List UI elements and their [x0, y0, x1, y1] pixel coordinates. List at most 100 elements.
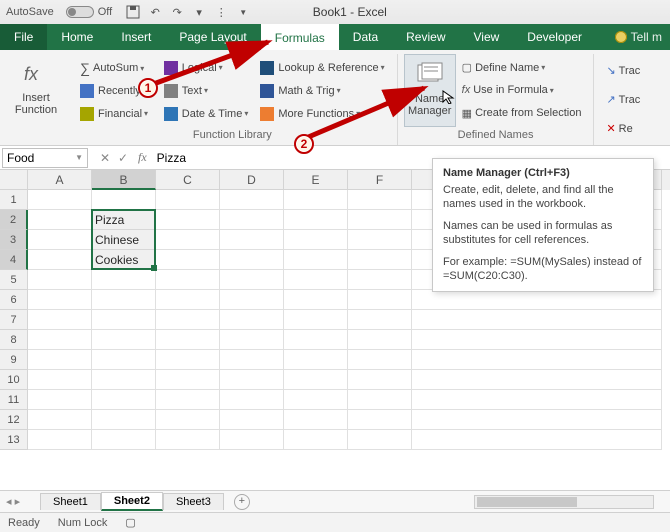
math-button[interactable]: Math & Trig▾	[258, 83, 386, 99]
cell-D8[interactable]	[220, 330, 284, 350]
row-header-12[interactable]: 12	[0, 410, 28, 430]
cell-filler[interactable]	[412, 350, 662, 370]
cell-B4[interactable]: Cookies	[92, 250, 156, 270]
row-header-13[interactable]: 13	[0, 430, 28, 450]
cell-F9[interactable]	[348, 350, 412, 370]
tab-formulas[interactable]: Formulas	[261, 24, 339, 50]
cell-F2[interactable]	[348, 210, 412, 230]
autosum-button[interactable]: ∑AutoSum▾	[78, 59, 154, 77]
row-header-11[interactable]: 11	[0, 390, 28, 410]
row-header-6[interactable]: 6	[0, 290, 28, 310]
cell-C4[interactable]	[156, 250, 220, 270]
chevron-down-icon[interactable]: ▼	[75, 153, 83, 162]
cell-F8[interactable]	[348, 330, 412, 350]
tab-insert[interactable]: Insert	[107, 24, 165, 50]
cell-A2[interactable]	[28, 210, 92, 230]
cell-F5[interactable]	[348, 270, 412, 290]
cell-D6[interactable]	[220, 290, 284, 310]
more-functions-button[interactable]: More Functions▾	[258, 106, 386, 122]
select-all-corner[interactable]	[0, 170, 28, 190]
undo-icon[interactable]: ↶	[147, 4, 163, 20]
enter-formula-button[interactable]: ✓	[114, 151, 132, 165]
logical-button[interactable]: Logical▾	[162, 60, 251, 76]
cell-B5[interactable]	[92, 270, 156, 290]
cell-D3[interactable]	[220, 230, 284, 250]
cell-E11[interactable]	[284, 390, 348, 410]
cell-D7[interactable]	[220, 310, 284, 330]
qat-icon-2[interactable]: ⋮	[213, 4, 229, 20]
cell-A13[interactable]	[28, 430, 92, 450]
cell-F6[interactable]	[348, 290, 412, 310]
financial-button[interactable]: Financial▾	[78, 106, 154, 122]
cell-D11[interactable]	[220, 390, 284, 410]
cell-E4[interactable]	[284, 250, 348, 270]
cell-F7[interactable]	[348, 310, 412, 330]
col-C[interactable]: C	[156, 170, 220, 190]
cell-F12[interactable]	[348, 410, 412, 430]
row-header-2[interactable]: 2	[0, 210, 28, 230]
row-header-10[interactable]: 10	[0, 370, 28, 390]
cell-D4[interactable]	[220, 250, 284, 270]
cell-C9[interactable]	[156, 350, 220, 370]
row-header-7[interactable]: 7	[0, 310, 28, 330]
sheet-tab-1[interactable]: Sheet1	[40, 493, 101, 510]
row-header-4[interactable]: 4	[0, 250, 28, 270]
sheet-tab-2[interactable]: Sheet2	[101, 492, 163, 511]
text-button[interactable]: Text▾	[162, 83, 251, 99]
cell-B12[interactable]	[92, 410, 156, 430]
scrollbar-thumb[interactable]	[477, 497, 577, 507]
qat-more-icon[interactable]: ▼	[235, 4, 251, 20]
trace-dependents-button[interactable]: ↗Trac	[604, 92, 642, 107]
cell-filler[interactable]	[412, 430, 662, 450]
trace-precedents-button[interactable]: ↘Trac	[604, 63, 642, 78]
cell-C13[interactable]	[156, 430, 220, 450]
cell-A5[interactable]	[28, 270, 92, 290]
cell-filler[interactable]	[412, 330, 662, 350]
cell-E5[interactable]	[284, 270, 348, 290]
cell-D5[interactable]	[220, 270, 284, 290]
cell-B3[interactable]: Chinese	[92, 230, 156, 250]
tab-review[interactable]: Review	[392, 24, 459, 50]
col-E[interactable]: E	[284, 170, 348, 190]
cell-F3[interactable]	[348, 230, 412, 250]
cell-E2[interactable]	[284, 210, 348, 230]
row-header-1[interactable]: 1	[0, 190, 28, 210]
cell-D2[interactable]	[220, 210, 284, 230]
cell-E12[interactable]	[284, 410, 348, 430]
redo-icon[interactable]: ↷	[169, 4, 185, 20]
cell-D9[interactable]	[220, 350, 284, 370]
sheet-tab-3[interactable]: Sheet3	[163, 493, 224, 510]
cell-E8[interactable]	[284, 330, 348, 350]
cell-F4[interactable]	[348, 250, 412, 270]
cell-E6[interactable]	[284, 290, 348, 310]
cell-D1[interactable]	[220, 190, 284, 210]
cell-C2[interactable]	[156, 210, 220, 230]
cancel-formula-button[interactable]: ✕	[96, 151, 114, 165]
col-F[interactable]: F	[348, 170, 412, 190]
lookup-button[interactable]: Lookup & Reference▾	[258, 60, 386, 76]
cell-A11[interactable]	[28, 390, 92, 410]
cell-C7[interactable]	[156, 310, 220, 330]
insert-function-button[interactable]: fx Insert Function	[10, 54, 62, 145]
cell-D13[interactable]	[220, 430, 284, 450]
col-A[interactable]: A	[28, 170, 92, 190]
use-in-formula-button[interactable]: fxUse in Formula▾	[460, 83, 584, 97]
cell-A7[interactable]	[28, 310, 92, 330]
cell-A8[interactable]	[28, 330, 92, 350]
cell-B8[interactable]	[92, 330, 156, 350]
cell-F13[interactable]	[348, 430, 412, 450]
row-header-5[interactable]: 5	[0, 270, 28, 290]
cell-C12[interactable]	[156, 410, 220, 430]
macro-record-icon[interactable]: ▢	[125, 516, 135, 529]
row-header-3[interactable]: 3	[0, 230, 28, 250]
cell-D10[interactable]	[220, 370, 284, 390]
remove-arrows-button[interactable]: ✕Re	[604, 121, 642, 136]
cell-C3[interactable]	[156, 230, 220, 250]
datetime-button[interactable]: Date & Time▾	[162, 106, 251, 122]
cell-C6[interactable]	[156, 290, 220, 310]
cell-B9[interactable]	[92, 350, 156, 370]
cell-B10[interactable]	[92, 370, 156, 390]
sheet-nav[interactable]: ◂ ▸	[6, 495, 20, 508]
cell-filler[interactable]	[412, 410, 662, 430]
tell-me[interactable]: Tell m	[607, 24, 670, 50]
